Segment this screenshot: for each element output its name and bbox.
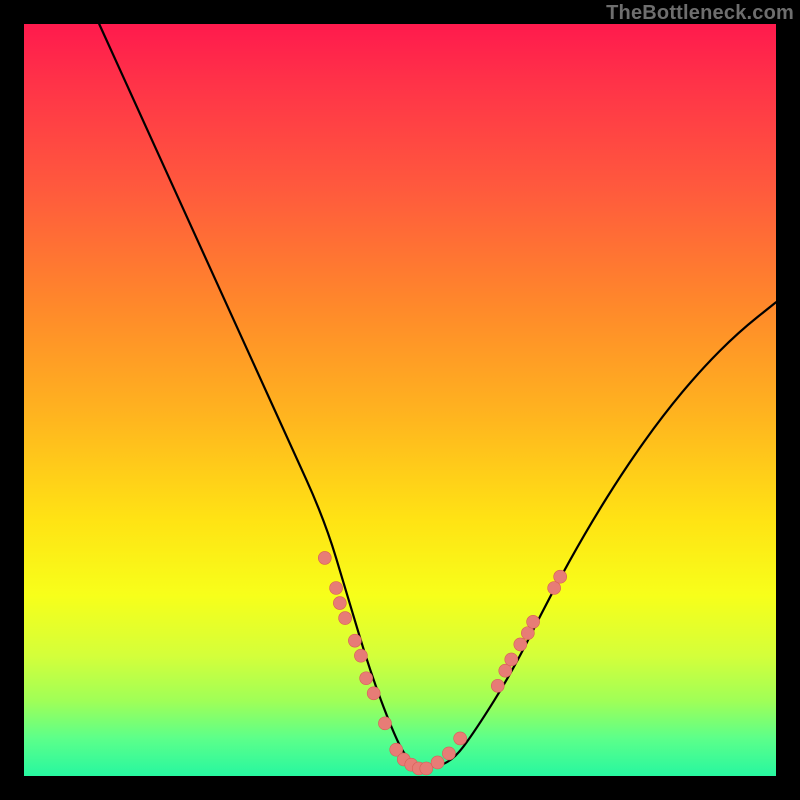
curve-marker [348,634,361,647]
curve-marker [548,582,561,595]
curve-marker [499,664,512,677]
curve-marker [378,717,391,730]
chart-frame: TheBottleneck.com [0,0,800,800]
chart-svg [24,24,776,776]
curve-marker [554,570,567,583]
curve-marker [431,756,444,769]
curve-marker [442,747,455,760]
curve-marker [333,597,346,610]
curve-markers [318,551,566,775]
plot-area [24,24,776,776]
curve-marker [491,679,504,692]
curve-marker [527,615,540,628]
curve-marker [420,762,433,775]
curve-marker [514,638,527,651]
curve-marker [330,582,343,595]
curve-marker [318,551,331,564]
curve-marker [354,649,367,662]
curve-marker [339,612,352,625]
curve-marker [360,672,373,685]
curve-marker [367,687,380,700]
curve-marker [505,653,518,666]
curve-marker [454,732,467,745]
watermark-text: TheBottleneck.com [606,2,794,25]
bottleneck-curve [99,24,776,767]
